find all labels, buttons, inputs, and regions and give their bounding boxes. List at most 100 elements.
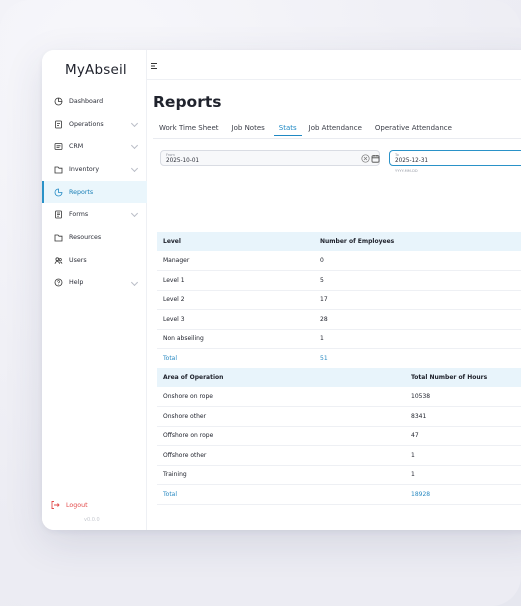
column-header: Level bbox=[157, 232, 314, 251]
sidebar-item-label: Dashboard bbox=[69, 97, 104, 105]
total-cell: Total bbox=[157, 484, 405, 505]
table-cell: 1 bbox=[314, 329, 521, 349]
table-row: Level 2 17 bbox=[157, 290, 521, 310]
sidebar-item-inventory[interactable]: Inventory bbox=[42, 158, 147, 181]
from-date-field[interactable]: From 2025-10-01 bbox=[160, 150, 380, 166]
table-cell: 8341 bbox=[405, 406, 521, 427]
table-row: Offshore other 1 bbox=[157, 445, 521, 466]
page-title: Reports bbox=[153, 93, 222, 111]
table-header-row: Area of Operation Total Number of Hours bbox=[157, 368, 521, 387]
sidebar-item-label: CRM bbox=[69, 143, 84, 151]
table-cell: Non abseiling bbox=[157, 329, 314, 349]
table-cell: 1 bbox=[405, 445, 521, 466]
sidebar-item-users[interactable]: Users bbox=[42, 249, 147, 272]
to-date-field[interactable]: To 2025-12-31 bbox=[389, 150, 521, 166]
sidebar-item-operations[interactable]: Operations bbox=[42, 113, 147, 136]
table-row: Manager 0 bbox=[157, 251, 521, 271]
to-date-hint: YYYY-MM-DD bbox=[395, 169, 418, 173]
column-header: Area of Operation bbox=[157, 368, 405, 387]
total-row: Total 18928 bbox=[157, 484, 521, 505]
levels-table: Level Number of Employees Manager 0 Level 15… bbox=[157, 232, 521, 369]
table-cell: 5 bbox=[314, 270, 521, 291]
table-cell: Training bbox=[157, 465, 405, 485]
table-cell: Level 2 bbox=[157, 290, 314, 310]
crm-icon bbox=[54, 143, 63, 151]
forms-icon bbox=[55, 210, 62, 219]
operations-table: Area of Operation Total Number of Hours On… bbox=[157, 368, 521, 505]
app-window: MyAbseil Dashboard Operations CRM Inventory… bbox=[42, 50, 521, 530]
table-row: Training 1 bbox=[157, 465, 521, 485]
logout-label: Logout bbox=[66, 501, 88, 509]
report-tabs: Work Time Sheet Job Notes Stats Job Attenda… bbox=[159, 124, 465, 136]
calendar-icon[interactable] bbox=[371, 154, 380, 163]
tab-operative-attendance[interactable]: Operative Attendance bbox=[375, 124, 458, 136]
table-cell: 28 bbox=[314, 309, 521, 330]
folder-icon bbox=[54, 234, 63, 242]
chevron-down-icon[interactable] bbox=[130, 165, 139, 173]
sidebar: MyAbseil Dashboard Operations CRM Inventory… bbox=[42, 50, 147, 530]
sidebar-item-label: Resources bbox=[69, 233, 102, 241]
tab-stats[interactable]: Stats bbox=[273, 124, 302, 136]
table-header-row: Level Number of Employees bbox=[157, 232, 521, 251]
dashboard-icon bbox=[54, 97, 63, 106]
sidebar-item-label: Help bbox=[69, 279, 84, 287]
folder-icon bbox=[54, 166, 63, 174]
sidebar-item-label: Reports bbox=[69, 188, 94, 196]
table-cell: Manager bbox=[157, 251, 314, 271]
table-cell: Onshore on rope bbox=[157, 387, 405, 407]
logout-icon bbox=[51, 501, 60, 509]
sidebar-item-help[interactable]: Help bbox=[42, 272, 147, 295]
table-cell: Level 3 bbox=[157, 309, 314, 330]
main-content: Reports Work Time Sheet Job Notes Stats Job… bbox=[147, 80, 521, 530]
sidebar-item-label: Users bbox=[69, 256, 87, 264]
table-row: Level 3 28 bbox=[157, 309, 521, 330]
table-row: Onshore other 8341 bbox=[157, 406, 521, 427]
tab-work-time-sheet[interactable]: Work Time Sheet bbox=[159, 124, 225, 136]
table-cell: 47 bbox=[405, 426, 521, 446]
tabs-divider bbox=[153, 138, 521, 139]
table-cell: 0 bbox=[314, 251, 521, 271]
total-row: Total 51 bbox=[157, 348, 521, 369]
from-date-value: 2025-10-01 bbox=[166, 158, 200, 164]
table-cell: Onshore other bbox=[157, 406, 405, 427]
users-icon bbox=[54, 257, 63, 264]
sidebar-item-crm[interactable]: CRM bbox=[42, 135, 147, 158]
table-row: Onshore on rope 10538 bbox=[157, 387, 521, 407]
total-cell: Total bbox=[157, 348, 314, 369]
chevron-down-icon[interactable] bbox=[130, 210, 139, 218]
sidebar-item-label: Operations bbox=[69, 120, 104, 128]
table-row: Non abseiling 1 bbox=[157, 329, 521, 349]
sidebar-item-label: Forms bbox=[69, 211, 89, 219]
table-cell: 17 bbox=[314, 290, 521, 310]
sidebar-item-dashboard[interactable]: Dashboard bbox=[42, 90, 147, 113]
chevron-down-icon[interactable] bbox=[130, 278, 139, 286]
to-date-label: To bbox=[395, 152, 399, 157]
brand-logo[interactable]: MyAbseil bbox=[65, 62, 127, 78]
logout-button[interactable]: Logout bbox=[50, 500, 88, 510]
table-row: Level 15 bbox=[157, 270, 521, 291]
version-label: v0.0.0 bbox=[84, 517, 100, 523]
table-cell: 10538 bbox=[405, 387, 521, 407]
sidebar-item-forms[interactable]: Forms bbox=[42, 203, 147, 226]
sidebar-nav: Dashboard Operations CRM Inventory Reports Fo… bbox=[42, 90, 147, 294]
table-row: Offshore on rope 47 bbox=[157, 426, 521, 446]
reports-icon bbox=[54, 188, 63, 196]
chevron-down-icon[interactable] bbox=[130, 142, 139, 150]
table-cell: 1 bbox=[405, 465, 521, 485]
sidebar-item-reports[interactable]: Reports bbox=[42, 180, 147, 204]
tab-job-notes[interactable]: Job Notes bbox=[232, 124, 271, 136]
sidebar-item-resources[interactable]: Resources bbox=[42, 226, 147, 249]
column-header: Number of Employees bbox=[314, 232, 521, 251]
chevron-down-icon[interactable] bbox=[130, 119, 139, 127]
table-cell: Offshore on rope bbox=[157, 426, 405, 446]
to-date-value: 2025-12-31 bbox=[395, 158, 429, 164]
clear-icon[interactable] bbox=[361, 154, 370, 163]
table-cell: Offshore other bbox=[157, 445, 405, 466]
tab-job-attendance[interactable]: Job Attendance bbox=[309, 124, 368, 136]
column-header: Total Number of Hours bbox=[405, 368, 521, 387]
operations-icon bbox=[55, 120, 62, 128]
total-cell: 18928 bbox=[405, 484, 521, 505]
help-icon bbox=[54, 278, 63, 287]
sidebar-item-label: Inventory bbox=[69, 165, 100, 173]
menu-icon[interactable] bbox=[151, 63, 158, 69]
